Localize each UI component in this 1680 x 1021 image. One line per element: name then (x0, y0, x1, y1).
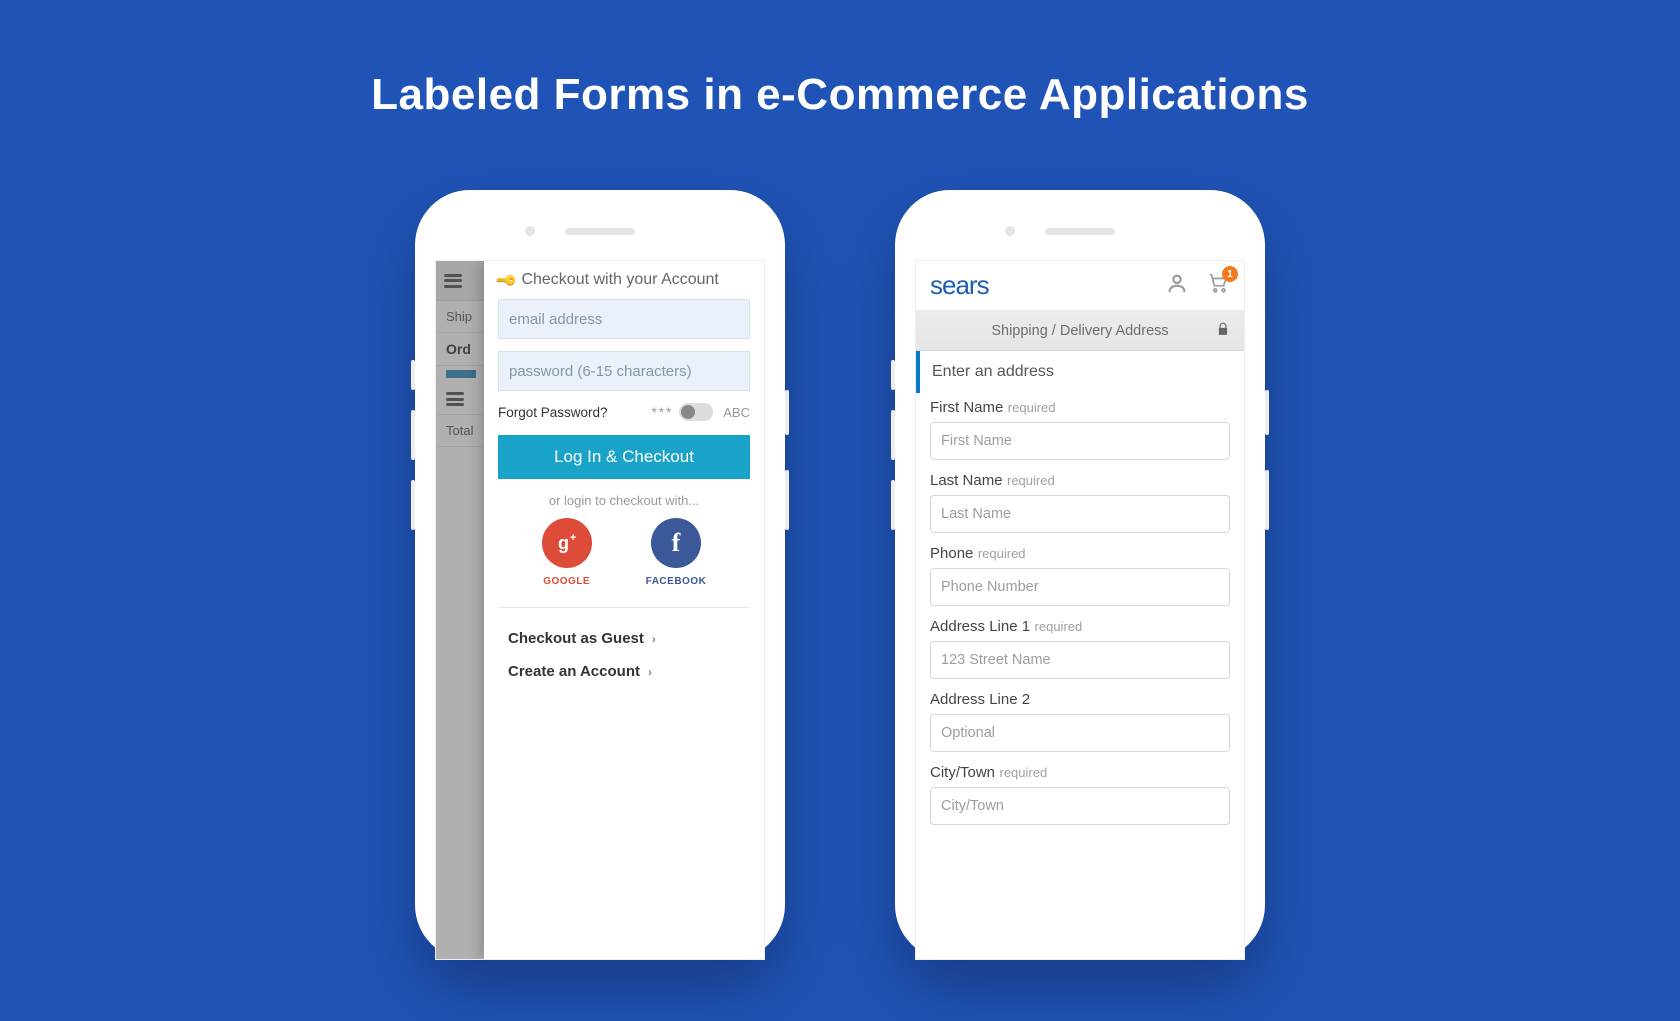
address2-field[interactable] (930, 714, 1230, 752)
cart-icon[interactable]: 1 (1206, 272, 1230, 299)
address-form: First Name required Last Name required P… (916, 393, 1244, 843)
city-field[interactable] (930, 787, 1230, 825)
last-name-required: required (1007, 473, 1055, 488)
checkout-guest-label: Checkout as Guest (508, 630, 644, 647)
checkout-step-title: Shipping / Delivery Address (991, 323, 1168, 339)
show-password-toggle[interactable] (679, 403, 713, 421)
password-mask-indicator: *** (652, 405, 674, 420)
google-login-button[interactable]: g+ GOOGLE (542, 518, 592, 587)
modal-title-text: Checkout with your Account (521, 271, 718, 289)
address1-required: required (1035, 619, 1083, 634)
plaintext-indicator: ABC (723, 405, 750, 420)
address1-field[interactable] (930, 641, 1230, 679)
lock-icon (1216, 322, 1230, 339)
key-icon: 🔑 (495, 268, 519, 292)
first-name-label: First Name (930, 399, 1003, 416)
phone-right-screen: sears 1 Shipping / Delivery Address (915, 260, 1245, 960)
login-checkout-button[interactable]: Log In & Checkout (498, 435, 750, 479)
create-account-label: Create an Account (508, 663, 640, 680)
facebook-label: FACEBOOK (646, 576, 707, 587)
first-name-field[interactable] (930, 422, 1230, 460)
address2-label: Address Line 2 (930, 691, 1030, 708)
login-modal: 🔑 Checkout with your Account Forgot Pass… (484, 261, 764, 959)
create-account-link[interactable]: Create an Account › (498, 655, 750, 688)
first-name-required: required (1008, 400, 1056, 415)
user-icon[interactable] (1166, 272, 1188, 299)
google-label: GOOGLE (543, 576, 590, 587)
brand-logo[interactable]: sears (930, 270, 989, 301)
checkout-step-header: Shipping / Delivery Address (916, 311, 1244, 351)
last-name-field[interactable] (930, 495, 1230, 533)
last-name-label: Last Name (930, 472, 1003, 489)
forgot-password-link[interactable]: Forgot Password? (498, 405, 608, 420)
phone-left: Ship Ord Total 🔑 Checkout with your Acco… (415, 190, 785, 960)
phone-required: required (978, 546, 1026, 561)
phone-label: Phone (930, 545, 973, 562)
city-label: City/Town (930, 764, 995, 781)
address1-label: Address Line 1 (930, 618, 1030, 635)
phone-left-screen: Ship Ord Total 🔑 Checkout with your Acco… (435, 260, 765, 960)
phones-container: Ship Ord Total 🔑 Checkout with your Acco… (0, 190, 1680, 960)
facebook-login-button[interactable]: f FACEBOOK (646, 518, 707, 587)
phone-field[interactable] (930, 568, 1230, 606)
section-heading: Enter an address (916, 351, 1244, 393)
store-header: sears 1 (916, 261, 1244, 311)
password-field[interactable] (498, 351, 750, 391)
google-plus-icon: g+ (542, 518, 592, 568)
cart-badge: 1 (1222, 266, 1238, 282)
city-required: required (999, 765, 1047, 780)
phone-right: sears 1 Shipping / Delivery Address (895, 190, 1265, 960)
email-field[interactable] (498, 299, 750, 339)
divider (498, 607, 750, 608)
chevron-right-icon: › (652, 632, 656, 646)
checkout-guest-link[interactable]: Checkout as Guest › (498, 622, 750, 655)
modal-title: 🔑 Checkout with your Account (498, 271, 750, 289)
chevron-right-icon: › (648, 665, 652, 679)
page-title: Labeled Forms in e-Commerce Applications (0, 0, 1680, 120)
or-divider-text: or login to checkout with... (498, 493, 750, 508)
facebook-icon: f (651, 518, 701, 568)
